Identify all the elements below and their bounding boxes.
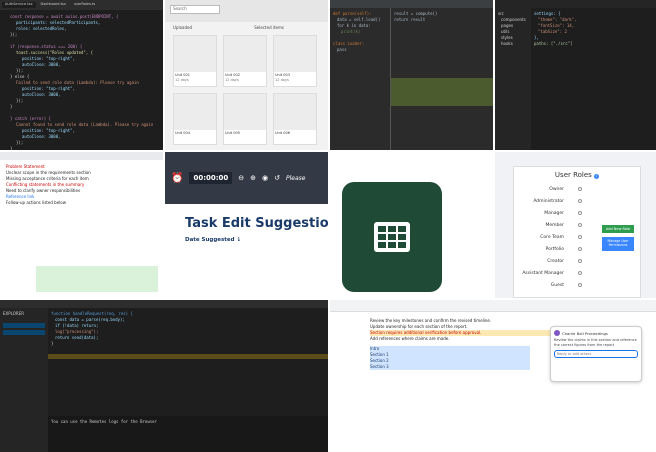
card[interactable]: Unit 001 12 days	[173, 35, 217, 87]
diff-highlight	[391, 78, 493, 106]
card-grid: Unit 001 12 days Unit 002 12 days Unit 0…	[165, 33, 328, 147]
role-radio[interactable]	[578, 247, 582, 251]
role-radio[interactable]	[578, 211, 582, 215]
tab-3[interactable]: userRoles.ts	[71, 2, 98, 8]
stop-icon[interactable]: ◉	[262, 174, 268, 182]
role-radio[interactable]	[578, 223, 582, 227]
editor-tab-bar: AuthService.tsx Dashboard.tsx userRoles.…	[0, 0, 163, 10]
timer-bar: ⏰ 00:00:00 ⊖ ⊕ ◉ ↺ Please	[165, 152, 328, 204]
panel-title: User Roles	[554, 171, 592, 179]
card[interactable]: Unit 005	[223, 93, 267, 145]
tab-2[interactable]: Dashboard.tsx	[38, 2, 69, 8]
tab-1[interactable]: AuthService.tsx	[2, 2, 36, 8]
role-label: Assistant Manager	[522, 270, 564, 276]
alarm-icon: ⏰	[171, 172, 184, 184]
terminal-panel: You can use the Remotes logs for the Bro…	[48, 416, 328, 452]
info-icon[interactable]: i	[594, 174, 600, 179]
file-explorer: src components pages utils styles hooks	[495, 8, 531, 150]
code-editor-tile-3: src components pages utils styles hooks …	[495, 0, 656, 150]
card-name: Unit 005	[225, 131, 240, 135]
role-label: Owner	[549, 186, 564, 192]
role-label: Creator	[547, 258, 564, 264]
card-tag: 12 days	[225, 78, 239, 82]
section-uploaded: Uploaded	[173, 25, 193, 30]
role-radio[interactable]	[578, 283, 582, 287]
code-editor-tile-1: AuthService.tsx Dashboard.tsx userRoles.…	[0, 0, 163, 150]
role-radio[interactable]	[578, 235, 582, 239]
manage-permissions-button[interactable]: Manage User Permissions	[602, 237, 634, 251]
selected-file[interactable]	[3, 323, 45, 328]
card[interactable]: Unit 002 12 days	[223, 35, 267, 87]
selected-file[interactable]	[3, 330, 45, 335]
gallery-header: Search	[165, 0, 328, 22]
section-selected: Selected items	[254, 25, 284, 30]
comment-author: Charlie Ball Proceedings	[562, 330, 608, 336]
role-radio[interactable]	[578, 271, 582, 275]
role-label: Member	[545, 222, 564, 228]
highlight-table: Intro Section 1 Section 2 Section 3	[370, 346, 530, 370]
screenshot-collage: AuthService.tsx Dashboard.tsx userRoles.…	[0, 0, 656, 452]
doc-editor-tile: Review the key milestones and confirm th…	[330, 300, 656, 452]
column-header[interactable]: Date Suggested ↓	[185, 237, 308, 243]
gallery-tile: Search Uploaded Selected items Unit 001 …	[165, 0, 328, 150]
minus-icon[interactable]: ⊖	[238, 174, 244, 182]
avatar	[554, 330, 560, 336]
role-label: Guest	[550, 282, 564, 288]
role-label: Core Team	[540, 234, 564, 240]
plus-icon[interactable]: ⊕	[250, 174, 256, 182]
diff-highlight	[48, 354, 328, 359]
user-roles-panel: User Roles i Owner Administrator Manager…	[513, 166, 641, 298]
card[interactable]: Unit 006	[273, 93, 317, 145]
card-tag: 12 days	[275, 78, 289, 82]
role-radio[interactable]	[578, 187, 582, 191]
page-title: Task Edit Suggestions	[185, 216, 328, 231]
explorer-panel: EXPLORER	[0, 308, 48, 452]
role-label: Portfolio	[545, 246, 564, 252]
prompt-text: Please	[286, 174, 306, 182]
card-name: Unit 006	[275, 131, 290, 135]
card[interactable]: Unit 003 12 days	[273, 35, 317, 87]
timer-display: 00:00:00	[189, 172, 233, 184]
code-editor-tile-4: EXPLORER function handleRequest(req, res…	[0, 300, 328, 452]
role-label: Administrator	[533, 198, 564, 204]
role-label: Manager	[544, 210, 564, 216]
terminal-text: You can use the Remotes logs for the Bro…	[51, 419, 157, 424]
app-icon[interactable]	[342, 182, 442, 292]
card-name: Unit 004	[175, 131, 190, 135]
user-roles-tile: User Roles i Owner Administrator Manager…	[495, 152, 656, 298]
role-radio[interactable]	[578, 259, 582, 263]
app-icon-tile	[330, 152, 493, 298]
card[interactable]: Unit 004	[173, 93, 217, 145]
comment-card[interactable]: Charlie Ball Proceedings Review the clai…	[550, 326, 642, 382]
role-radio[interactable]	[578, 199, 582, 203]
reply-input[interactable]: Reply or add others	[554, 350, 638, 358]
comment-text: Review the claims in this section and re…	[554, 338, 637, 347]
code-editor-tile-2: def parse(self): data = self.load() for …	[330, 0, 493, 150]
code-area: const response = await axios.post(ENDPOI…	[0, 10, 163, 150]
reset-icon[interactable]: ↺	[274, 174, 280, 182]
add-role-button[interactable]: Add New Role	[602, 225, 634, 233]
search-input[interactable]: Search	[170, 5, 220, 14]
card-tag: 12 days	[175, 78, 189, 82]
timer-tile: ⏰ 00:00:00 ⊖ ⊕ ◉ ↺ Please Task Edit Sugg…	[165, 152, 328, 298]
document-tile: Problem Statement Unclear scope in the r…	[0, 152, 163, 298]
grid-icon	[374, 222, 410, 252]
highlight-block	[36, 266, 158, 292]
